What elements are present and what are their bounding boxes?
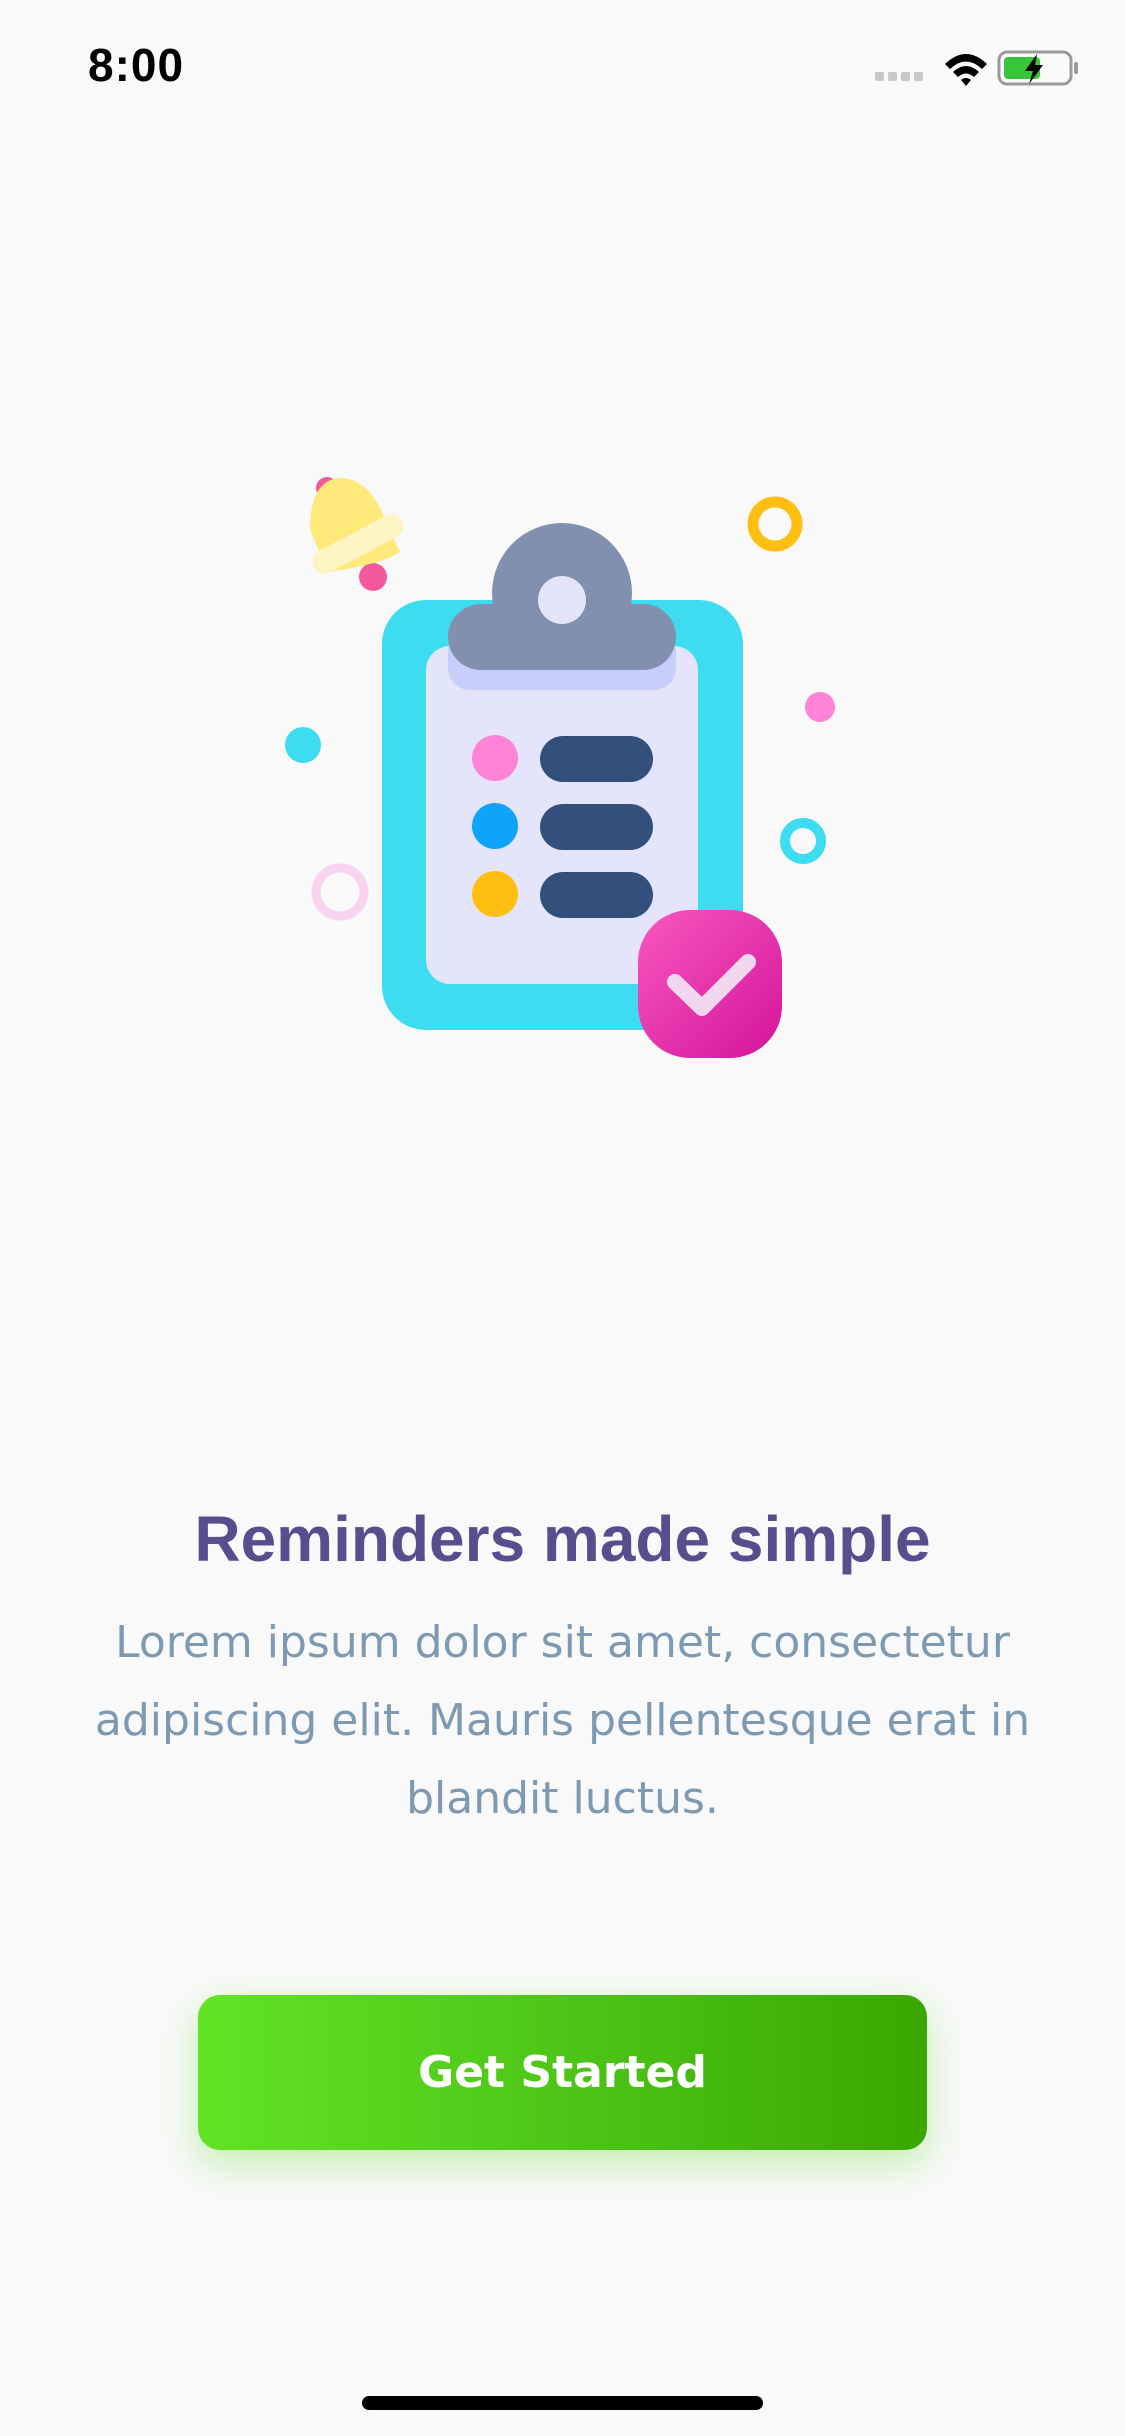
get-started-button[interactable]: Get Started: [198, 1995, 927, 2150]
home-indicator[interactable]: [362, 2396, 763, 2410]
check-badge-icon: [638, 910, 782, 1058]
clipboard-illustration: [280, 460, 860, 1080]
onboarding-title: Reminders made simple: [194, 1503, 931, 1575]
wifi-icon: [945, 54, 987, 86]
status-icons: [875, 46, 1085, 90]
bell-icon: [310, 477, 404, 591]
onboarding-description: Lorem ipsum dolor sit amet, consectetur …: [94, 1617, 1031, 1824]
battery-charging-icon: [997, 50, 1078, 86]
signal-dots-icon: [875, 72, 923, 81]
status-bar: 8:00: [0, 0, 1125, 132]
status-time: 8:00: [88, 39, 185, 91]
